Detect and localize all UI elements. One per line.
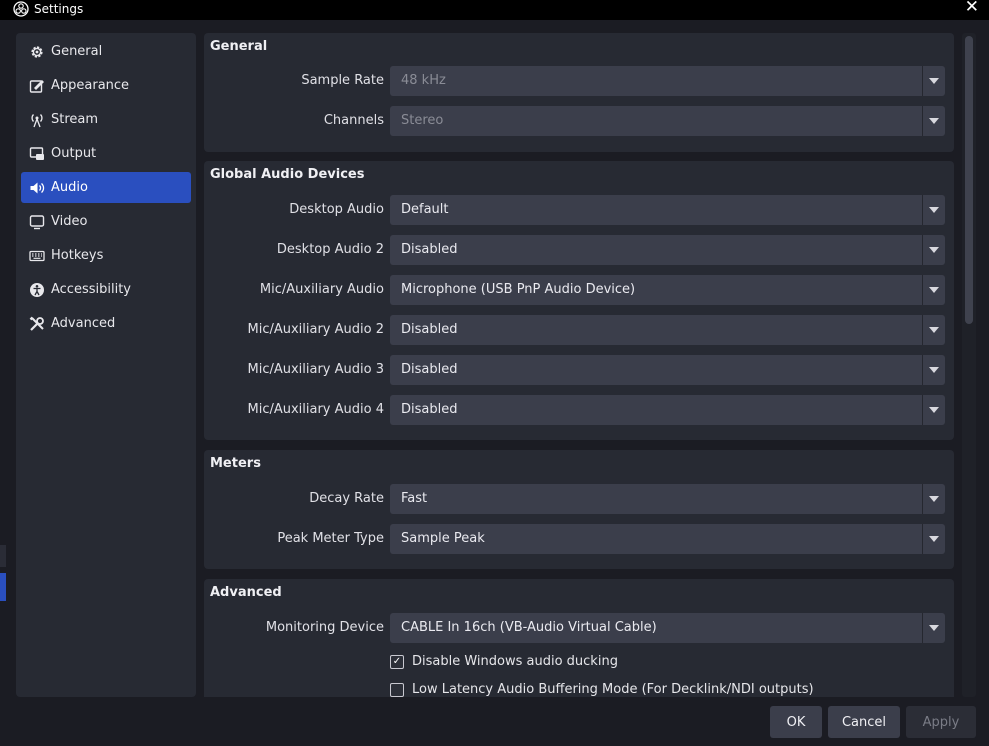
selected-value: Fast [401,491,428,506]
sidebar-item-label: Hotkeys [51,248,104,263]
gear-icon [28,43,46,61]
group-global-audio-devices: Global Audio Devices Desktop Audio Defau… [204,161,954,440]
sidebar-item-advanced[interactable]: Advanced [21,308,191,339]
close-icon[interactable]: ✕ [965,0,979,17]
selected-value: CABLE In 16ch (VB-Audio Virtual Cable) [401,620,657,635]
scrollbar-thumb[interactable] [965,36,973,324]
apply-button[interactable]: Apply [906,706,976,738]
mic-aux-audio-select[interactable]: Microphone (USB PnP Audio Device) [390,275,945,305]
background-window-strip [0,573,6,601]
selected-value: Default [401,202,449,217]
keyboard-icon [28,247,46,265]
channels-select[interactable]: Stereo [390,106,945,136]
desktop-audio-2-select[interactable]: Disabled [390,235,945,265]
group-advanced: Advanced Monitoring Device CABLE In 16ch… [204,579,954,697]
title-bar: Settings ✕ [0,0,989,20]
speaker-icon [28,179,46,197]
sidebar-item-accessibility[interactable]: Accessibility [21,274,191,305]
settings-content: General Sample Rate 48 kHz Channels Ster… [204,33,954,697]
desktop-audio-2-label: Desktop Audio 2 [276,242,384,257]
sidebar-item-label: General [51,44,103,59]
checkbox-checked-icon[interactable]: ✓ [390,654,404,669]
mic-aux-audio-label: Mic/Auxiliary Audio [259,282,384,297]
mic-aux-audio-4-label: Mic/Auxiliary Audio 4 [247,402,384,417]
monitor-icon [28,213,46,231]
monitoring-device-label: Monitoring Device [265,620,384,635]
channels-label: Channels [323,113,384,128]
sidebar-item-label: Appearance [51,78,130,93]
tools-icon [28,315,46,333]
antenna-icon [28,111,46,129]
accessibility-icon [28,281,46,299]
chevron-down-icon [929,118,939,124]
mic-aux-audio-2-select[interactable]: Disabled [390,315,945,345]
chevron-down-icon [929,367,939,373]
cancel-button[interactable]: Cancel [828,706,900,738]
mic-aux-audio-3-label: Mic/Auxiliary Audio 3 [247,362,384,377]
window-title: Settings [34,2,84,16]
selected-value: Disabled [401,322,458,337]
sidebar-item-label: Accessibility [51,282,131,297]
disable-audio-ducking-checkbox[interactable]: ✓ Disable Windows audio ducking [390,654,618,669]
chevron-down-icon [929,78,939,84]
selected-value: Microphone (USB PnP Audio Device) [401,282,636,297]
sidebar-item-label: Advanced [51,316,116,331]
selected-value: Disabled [401,402,458,417]
background-window-strip [0,545,6,567]
selected-value: Disabled [401,242,458,257]
group-title: Advanced [210,585,282,600]
sample-rate-select[interactable]: 48 kHz [390,66,945,96]
output-icon [28,145,46,163]
sidebar-item-label: Output [51,146,97,161]
sidebar-item-label: Video [51,214,88,229]
sample-rate-label: Sample Rate [301,73,384,88]
appearance-icon [28,77,46,95]
obs-logo-icon [13,1,29,17]
selected-value: Sample Peak [401,531,485,546]
sidebar-item-label: Stream [51,112,99,127]
group-meters: Meters Decay Rate Fast Peak Meter Type S… [204,450,954,569]
peak-meter-type-select[interactable]: Sample Peak [390,524,945,554]
group-title: General [210,39,268,54]
decay-rate-select[interactable]: Fast [390,484,945,514]
mic-aux-audio-4-select[interactable]: Disabled [390,395,945,425]
chevron-down-icon [929,407,939,413]
sidebar-item-appearance[interactable]: Appearance [21,70,191,101]
sidebar-item-audio[interactable]: Audio [21,172,191,203]
settings-sidebar: General Appearance Stream Output Audio V… [16,33,196,697]
content-scrollbar[interactable] [962,33,976,697]
sidebar-item-label: Audio [51,180,88,195]
chevron-down-icon [929,247,939,253]
mic-aux-audio-2-label: Mic/Auxiliary Audio 2 [247,322,384,337]
desktop-audio-label: Desktop Audio [289,202,384,217]
chevron-down-icon [929,327,939,333]
chevron-down-icon [929,625,939,631]
chevron-down-icon [929,287,939,293]
group-title: Global Audio Devices [210,167,365,182]
low-latency-buffering-checkbox[interactable]: Low Latency Audio Buffering Mode (For De… [390,682,814,697]
group-title: Meters [210,456,261,471]
chevron-down-icon [929,496,939,502]
chevron-down-icon [929,207,939,213]
sidebar-item-video[interactable]: Video [21,206,191,237]
mic-aux-audio-3-select[interactable]: Disabled [390,355,945,385]
sidebar-item-hotkeys[interactable]: Hotkeys [21,240,191,271]
checkbox-label: Low Latency Audio Buffering Mode (For De… [412,682,814,697]
checkbox-unchecked-icon[interactable] [390,682,404,697]
checkbox-label: Disable Windows audio ducking [412,654,618,669]
decay-rate-label: Decay Rate [309,491,384,506]
peak-meter-type-label: Peak Meter Type [277,531,384,546]
selected-value: 48 kHz [401,73,446,88]
ok-button[interactable]: OK [770,706,822,738]
group-general: General Sample Rate 48 kHz Channels Ster… [204,33,954,152]
selected-value: Stereo [401,113,444,128]
sidebar-item-general[interactable]: General [21,36,191,67]
chevron-down-icon [929,536,939,542]
sidebar-item-stream[interactable]: Stream [21,104,191,135]
sidebar-item-output[interactable]: Output [21,138,191,169]
selected-value: Disabled [401,362,458,377]
monitoring-device-select[interactable]: CABLE In 16ch (VB-Audio Virtual Cable) [390,613,945,643]
desktop-audio-select[interactable]: Default [390,195,945,225]
